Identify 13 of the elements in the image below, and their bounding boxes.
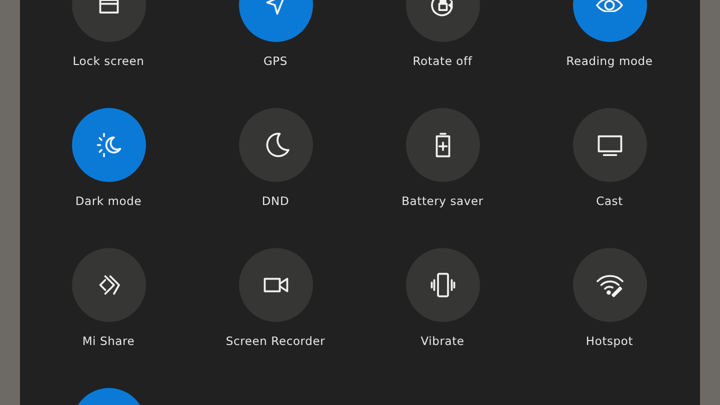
tile-label: Mi Share [82,334,135,348]
tile-label: Reading mode [566,54,653,68]
tile-label: Battery saver [402,194,484,208]
tile-label: Cast [596,194,623,208]
tile-label: Dark mode [75,194,142,208]
eye-icon [596,0,623,12]
tile-label: Hotspot [586,334,634,348]
tile-label: Lock screen [72,54,144,68]
tile-label: Vibrate [420,334,464,348]
tile-label: DND [262,194,290,208]
tile-label: Screen Recorder [226,334,326,348]
tile-label: Rotate off [412,54,472,68]
tile-label: GPS [263,54,288,68]
